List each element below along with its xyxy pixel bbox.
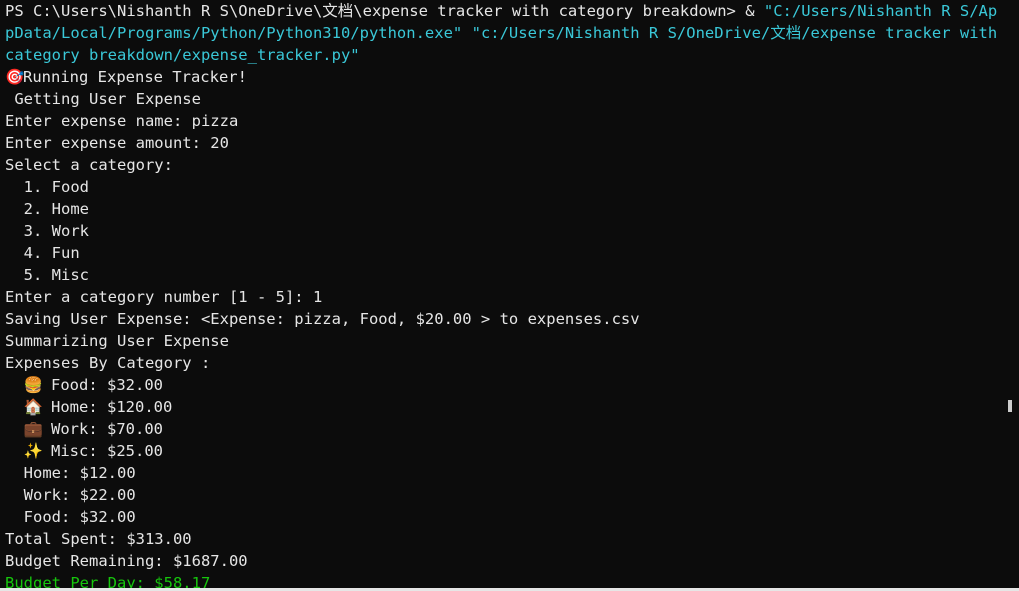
category-total-row: Work: $22.00 bbox=[5, 486, 136, 504]
command-line: PS C:\Users\Nishanth R S\OneDrive\文档\exp… bbox=[5, 0, 999, 66]
summarizing-line: Summarizing User Expense bbox=[5, 332, 229, 350]
enter-category-line: Enter a category number [1 - 5]: 1 bbox=[5, 288, 323, 306]
category-total-text: Misc: $25.00 bbox=[51, 442, 163, 460]
enter-name-line: Enter expense name: pizza bbox=[5, 112, 239, 130]
terminal-window[interactable]: PS C:\Users\Nishanth R S\OneDrive\文档\exp… bbox=[0, 0, 1019, 591]
target-icon: 🎯 bbox=[5, 68, 25, 86]
vertical-scrollbar[interactable] bbox=[1002, 0, 1019, 591]
category-total-row: Home: $12.00 bbox=[5, 464, 136, 482]
running-line: 🎯Running Expense Tracker! bbox=[5, 66, 999, 88]
select-category-line: Select a category: bbox=[5, 156, 173, 174]
category-total-text: Work: $70.00 bbox=[51, 420, 163, 438]
scrollbar-thumb[interactable] bbox=[1008, 400, 1012, 412]
budget-remaining-line: Budget Remaining: $1687.00 bbox=[5, 552, 248, 570]
burger-icon: 🍔 bbox=[23, 376, 43, 394]
category-total-row: 💼 Work: $70.00 bbox=[5, 418, 999, 440]
category-option: 4. Fun bbox=[5, 244, 80, 262]
category-option: 3. Work bbox=[5, 222, 89, 240]
category-option: 1. Food bbox=[5, 178, 89, 196]
category-option: 2. Home bbox=[5, 200, 89, 218]
by-category-line: Expenses By Category : bbox=[5, 354, 211, 372]
saving-line: Saving User Expense: <Expense: pizza, Fo… bbox=[5, 310, 640, 328]
category-total-text: Food: $32.00 bbox=[51, 376, 163, 394]
category-total-row: 🏠 Home: $120.00 bbox=[5, 396, 999, 418]
briefcase-icon: 💼 bbox=[23, 420, 43, 438]
sparkles-icon: ✨ bbox=[23, 442, 43, 460]
category-option: 5. Misc bbox=[5, 266, 89, 284]
enter-amount-line: Enter expense amount: 20 bbox=[5, 134, 229, 152]
category-total-row: ✨ Misc: $25.00 bbox=[5, 440, 999, 462]
getting-expense-line: Getting User Expense bbox=[5, 90, 201, 108]
house-icon: 🏠 bbox=[23, 398, 43, 416]
category-total-row: 🍔 Food: $32.00 bbox=[5, 374, 999, 396]
running-text: Running Expense Tracker! bbox=[23, 68, 247, 86]
prompt-text: PS C:\Users\Nishanth R S\OneDrive\文档\exp… bbox=[5, 2, 764, 20]
category-total-row: Food: $32.00 bbox=[5, 508, 136, 526]
total-spent-line: Total Spent: $313.00 bbox=[5, 530, 192, 548]
category-total-text: Home: $120.00 bbox=[51, 398, 173, 416]
